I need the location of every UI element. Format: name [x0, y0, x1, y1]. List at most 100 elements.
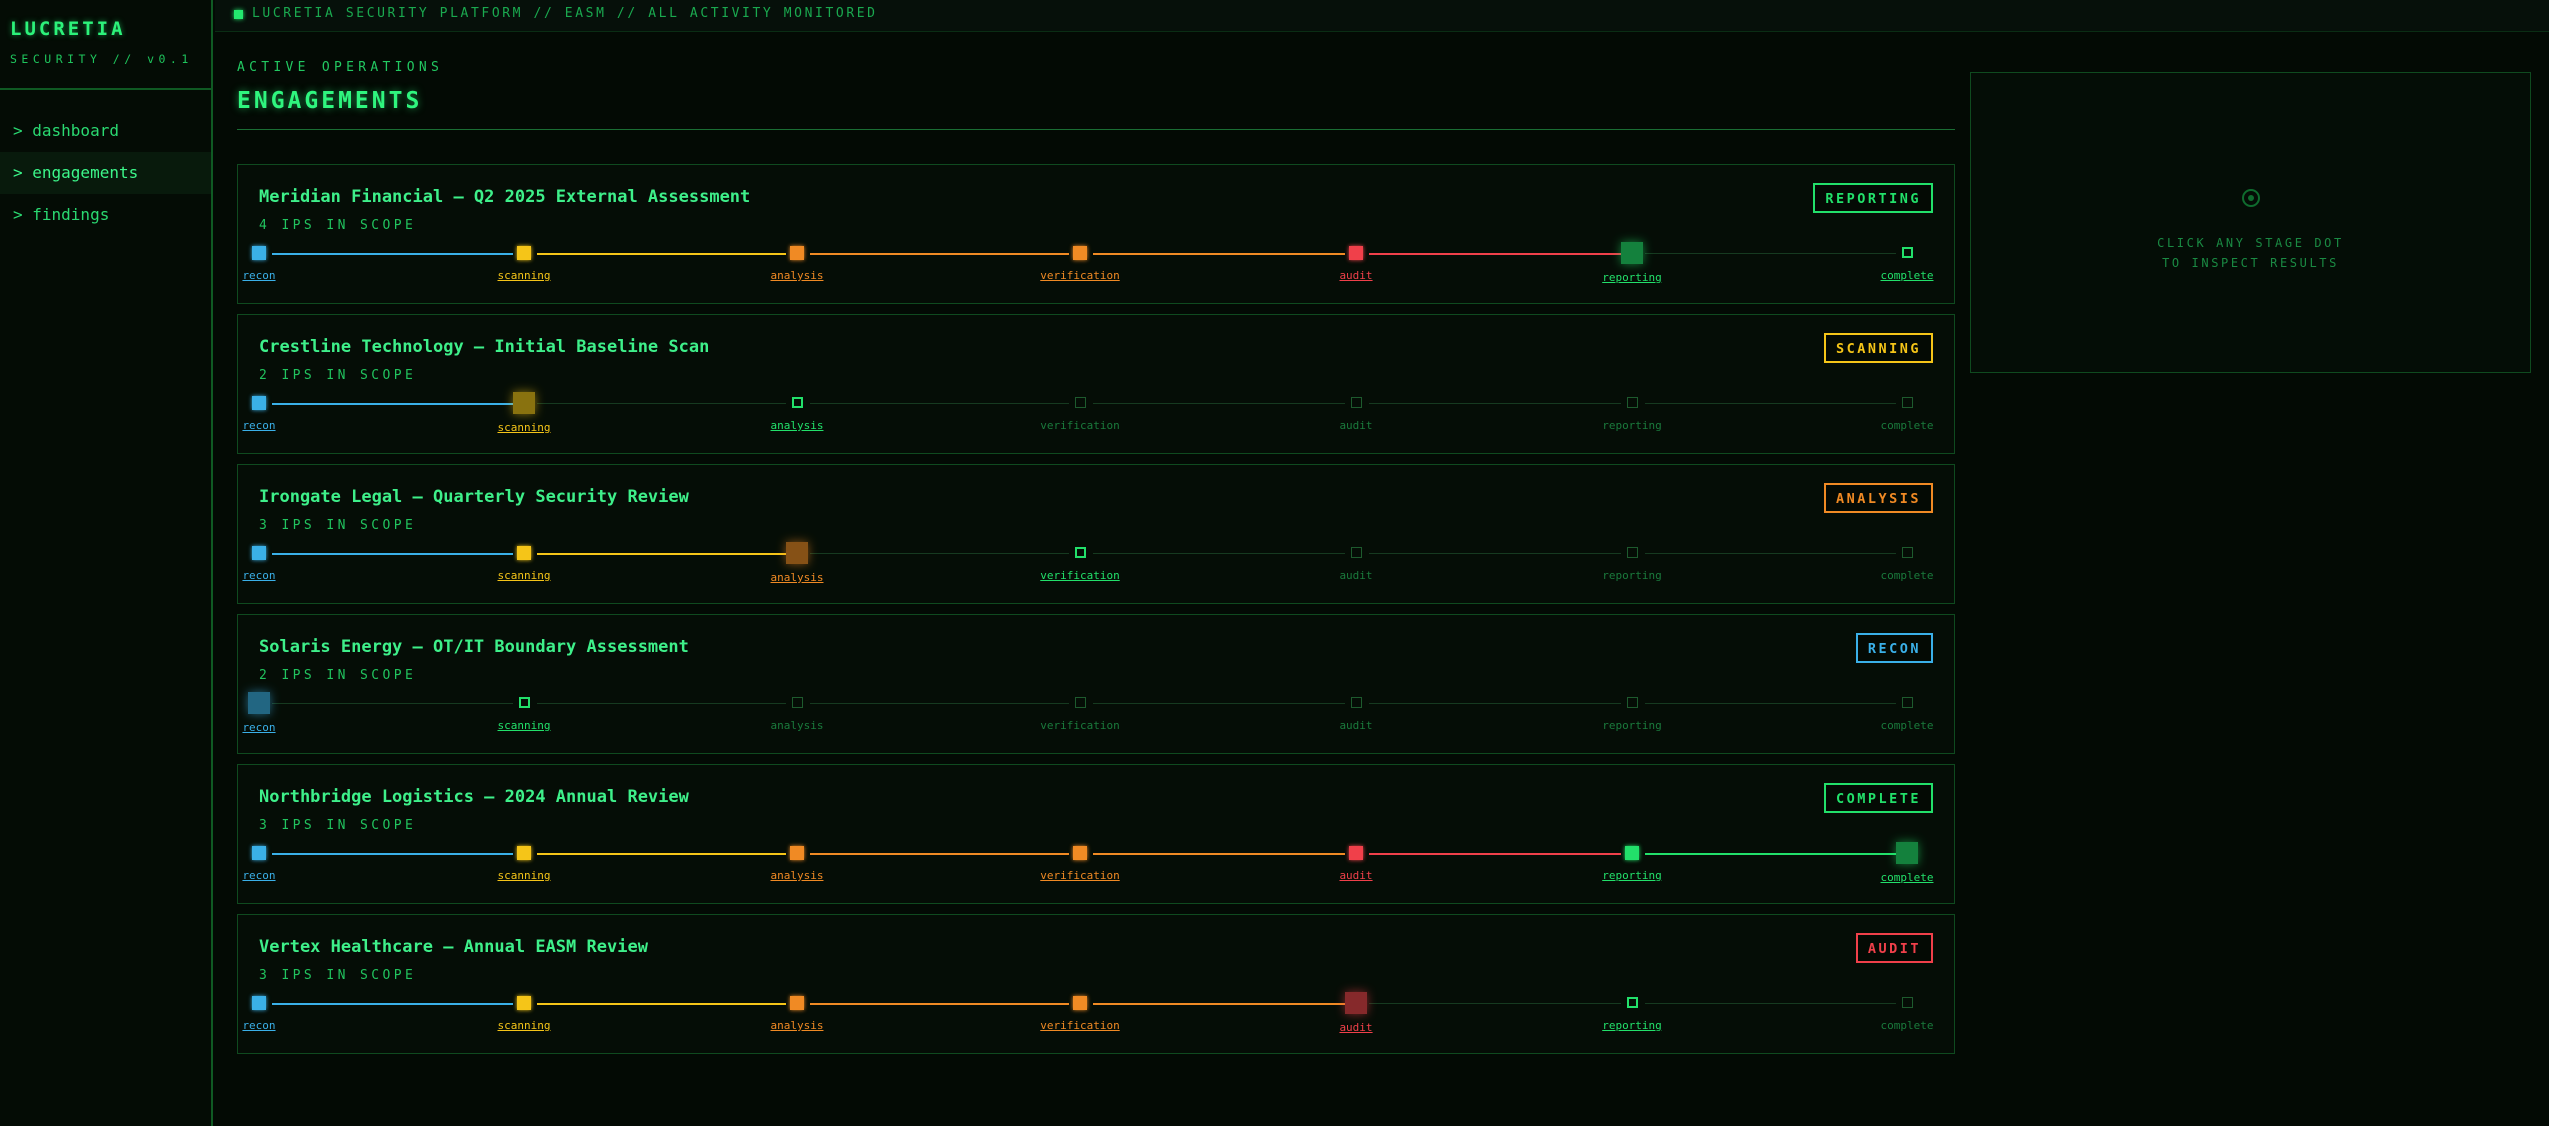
- stage-label-verification[interactable]: verification: [1040, 719, 1119, 732]
- stage-label-complete[interactable]: complete: [1881, 569, 1934, 582]
- stage-label-complete[interactable]: complete: [1881, 1019, 1934, 1032]
- stage-dot-recon[interactable]: [252, 546, 266, 560]
- stage-dot-reporting[interactable]: [1627, 997, 1638, 1008]
- stage-label-reporting[interactable]: reporting: [1602, 419, 1662, 432]
- stage-label-analysis[interactable]: analysis: [771, 1019, 824, 1032]
- stage-label-reporting[interactable]: reporting: [1602, 1019, 1662, 1032]
- engagement-title: Vertex Healthcare — Annual EASM Review: [259, 937, 648, 957]
- stage-label-verification[interactable]: verification: [1040, 1019, 1119, 1032]
- stage-dot-audit[interactable]: [1349, 246, 1363, 260]
- stage-dot-verification[interactable]: [1073, 996, 1087, 1010]
- stage-dot-recon[interactable]: [252, 396, 266, 410]
- stage-dot-analysis[interactable]: [786, 542, 808, 564]
- stage-label-analysis[interactable]: analysis: [771, 419, 824, 432]
- stage-dot-reporting[interactable]: [1627, 697, 1638, 708]
- stage-label-reporting[interactable]: reporting: [1602, 719, 1662, 732]
- stage-label-recon[interactable]: recon: [242, 869, 275, 882]
- stage-label-scanning[interactable]: scanning: [498, 269, 551, 282]
- stage-dot-audit[interactable]: [1351, 547, 1362, 558]
- stage-dot-scanning[interactable]: [517, 846, 531, 860]
- stage-label-recon[interactable]: recon: [242, 721, 275, 734]
- stage-dot-scanning[interactable]: [513, 392, 535, 414]
- stage-label-audit[interactable]: audit: [1339, 719, 1372, 732]
- engagement-card[interactable]: Irongate Legal — Quarterly Security Revi…: [237, 464, 1955, 604]
- stage-connector: [1093, 1003, 1345, 1005]
- stage-dot-recon[interactable]: [248, 692, 270, 714]
- stage-label-scanning[interactable]: scanning: [498, 869, 551, 882]
- stage-label-recon[interactable]: recon: [242, 269, 275, 282]
- stage-label-scanning[interactable]: scanning: [498, 569, 551, 582]
- stage-dot-verification[interactable]: [1073, 246, 1087, 260]
- stage-dot-reporting[interactable]: [1621, 242, 1643, 264]
- stage-label-complete[interactable]: complete: [1881, 719, 1934, 732]
- stage-label-complete[interactable]: complete: [1881, 871, 1934, 884]
- stage-label-analysis[interactable]: analysis: [771, 869, 824, 882]
- stage-label-verification[interactable]: verification: [1040, 569, 1119, 582]
- stage-label-audit[interactable]: audit: [1339, 1021, 1372, 1034]
- stage-label-recon[interactable]: recon: [242, 1019, 275, 1032]
- stage-dot-reporting[interactable]: [1625, 846, 1639, 860]
- stage-dot-verification[interactable]: [1075, 397, 1086, 408]
- stage-label-reporting[interactable]: reporting: [1602, 271, 1662, 284]
- stage-dot-reporting[interactable]: [1627, 547, 1638, 558]
- stage-label-audit[interactable]: audit: [1339, 869, 1372, 882]
- stage-connector: [1093, 253, 1345, 255]
- stage-dot-scanning[interactable]: [517, 546, 531, 560]
- stage-dot-verification[interactable]: [1073, 846, 1087, 860]
- stage-label-verification[interactable]: verification: [1040, 869, 1119, 882]
- stage-dot-complete[interactable]: [1902, 697, 1913, 708]
- stage-dot-audit[interactable]: [1349, 846, 1363, 860]
- engagement-card[interactable]: Meridian Financial — Q2 2025 External As…: [237, 164, 1955, 304]
- engagement-card[interactable]: Crestline Technology — Initial Baseline …: [237, 314, 1955, 454]
- stage-label-verification[interactable]: verification: [1040, 269, 1119, 282]
- stage-dot-complete[interactable]: [1902, 397, 1913, 408]
- stage-label-analysis[interactable]: analysis: [771, 269, 824, 282]
- stage-label-recon[interactable]: recon: [242, 419, 275, 432]
- stage-label-complete[interactable]: complete: [1881, 269, 1934, 282]
- stage-label-audit[interactable]: audit: [1339, 269, 1372, 282]
- sidebar-item-engagements[interactable]: > engagements: [0, 152, 211, 194]
- sidebar-item-dashboard[interactable]: > dashboard: [0, 110, 211, 152]
- stage-dot-recon[interactable]: [252, 846, 266, 860]
- stage-dot-reporting[interactable]: [1627, 397, 1638, 408]
- stage-label-analysis[interactable]: analysis: [771, 571, 824, 584]
- stage-dot-audit[interactable]: [1351, 697, 1362, 708]
- stage-dot-scanning[interactable]: [517, 996, 531, 1010]
- stage-dot-scanning[interactable]: [517, 246, 531, 260]
- stage-label-verification[interactable]: verification: [1040, 419, 1119, 432]
- stage-connector: [1093, 853, 1345, 855]
- stage-connector: [1645, 703, 1896, 704]
- engagement-card[interactable]: Vertex Healthcare — Annual EASM Review 3 …: [237, 914, 1955, 1054]
- stage-label-analysis[interactable]: analysis: [771, 719, 824, 732]
- stage-dot-analysis[interactable]: [790, 846, 804, 860]
- stage-dot-audit[interactable]: [1345, 992, 1367, 1014]
- stage-dot-complete[interactable]: [1902, 997, 1913, 1008]
- stage-dot-verification[interactable]: [1075, 697, 1086, 708]
- stage-label-reporting[interactable]: reporting: [1602, 569, 1662, 582]
- stage-dot-audit[interactable]: [1351, 397, 1362, 408]
- stage-dot-analysis[interactable]: [790, 996, 804, 1010]
- stage-label-scanning[interactable]: scanning: [498, 421, 551, 434]
- stage-connector: [272, 553, 513, 555]
- stage-label-complete[interactable]: complete: [1881, 419, 1934, 432]
- stage-label-reporting[interactable]: reporting: [1602, 869, 1662, 882]
- stage-dot-analysis[interactable]: [790, 246, 804, 260]
- stage-dot-complete[interactable]: [1902, 547, 1913, 558]
- stage-dot-analysis[interactable]: [792, 397, 803, 408]
- engagement-card[interactable]: Northbridge Logistics — 2024 Annual Revi…: [237, 764, 1955, 904]
- sidebar: LUCRETIA SECURITY // v0.1 > dashboard > …: [0, 0, 213, 1126]
- stage-dot-recon[interactable]: [252, 996, 266, 1010]
- stage-label-scanning[interactable]: scanning: [498, 719, 551, 732]
- stage-dot-analysis[interactable]: [792, 697, 803, 708]
- stage-label-scanning[interactable]: scanning: [498, 1019, 551, 1032]
- stage-dot-scanning[interactable]: [519, 697, 530, 708]
- stage-label-audit[interactable]: audit: [1339, 569, 1372, 582]
- stage-dot-complete[interactable]: [1902, 247, 1913, 258]
- stage-dot-verification[interactable]: [1075, 547, 1086, 558]
- stage-dot-complete[interactable]: [1896, 842, 1918, 864]
- stage-label-audit[interactable]: audit: [1339, 419, 1372, 432]
- stage-dot-recon[interactable]: [252, 246, 266, 260]
- stage-label-recon[interactable]: recon: [242, 569, 275, 582]
- sidebar-item-findings[interactable]: > findings: [0, 194, 211, 236]
- engagement-card[interactable]: Solaris Energy — OT/IT Boundary Assessme…: [237, 614, 1955, 754]
